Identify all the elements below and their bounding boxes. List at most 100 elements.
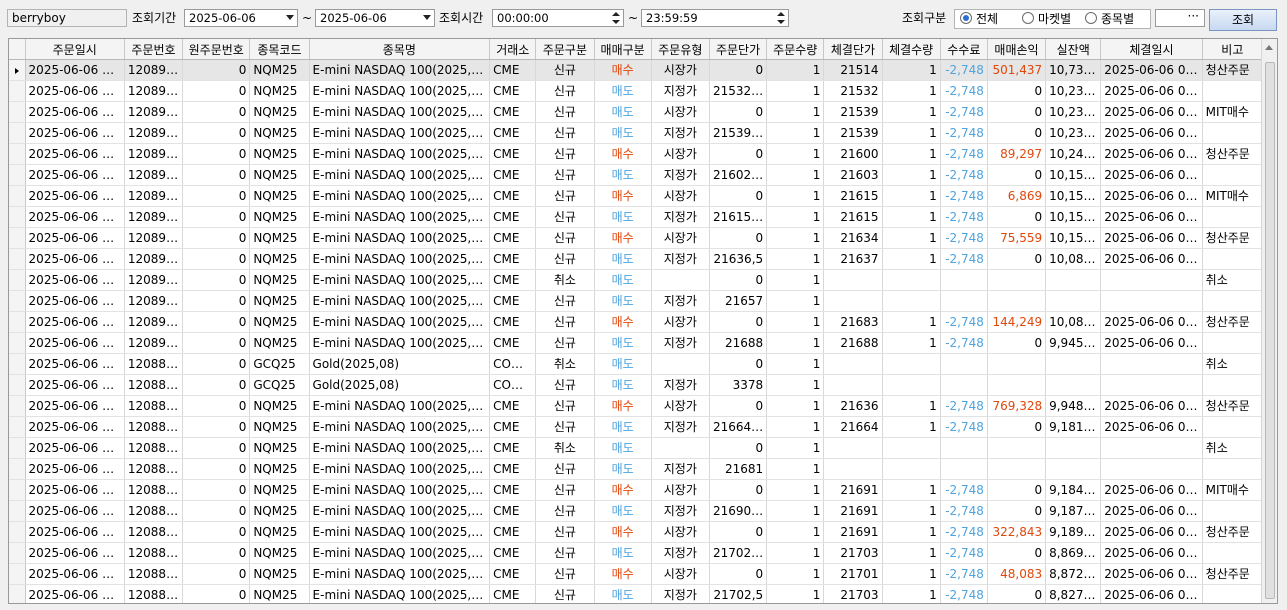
table-row[interactable]: 2025-06-06 03:… 1208840 0 NQM25 E-mini NASDA…	[9, 563, 1264, 585]
col-header-pnl[interactable]: 매매손익	[987, 39, 1047, 60]
table-row[interactable]: 2025-06-06 03:… 1208933 0 NQM25 E-mini NASDA…	[9, 311, 1264, 333]
col-header-order-price[interactable]: 주문단가	[709, 39, 768, 60]
spin-down-icon[interactable]	[612, 20, 620, 24]
row-header[interactable]	[9, 185, 26, 207]
spin-down-icon[interactable]	[777, 20, 785, 24]
row-header[interactable]	[9, 479, 26, 501]
table-row[interactable]: 2025-06-06 04:… 1208983 0 NQM25 E-mini NASDA…	[9, 59, 1264, 81]
row-header[interactable]	[9, 542, 26, 564]
col-header-fill-qty[interactable]: 체결수량	[882, 39, 941, 60]
cell-balance: 9,181,…	[1045, 416, 1102, 438]
table-row[interactable]: 2025-06-06 04:… 1208969 0 NQM25 E-mini NASDA…	[9, 143, 1264, 165]
cell-exchange: CME	[489, 479, 537, 501]
table-row[interactable]: 2025-06-06 04:… 1208963 0 NQM25 E-mini NASDA…	[9, 206, 1264, 228]
col-header-orig-order-no[interactable]: 원주문번호	[182, 39, 251, 60]
col-header-fill-price[interactable]: 체결단가	[823, 39, 883, 60]
table-row[interactable]: 2025-06-06 03:… 1208932 0 NQM25 E-mini NASDA…	[9, 332, 1264, 354]
table-row[interactable]: 2025-06-06 03:… 1208844 0 NQM25 E-mini NASDA…	[9, 542, 1264, 564]
table-row[interactable]: 2025-06-06 03:… 1208838 0 NQM25 E-mini NASDA…	[9, 584, 1264, 603]
col-header-order-time[interactable]: 주문일시	[25, 39, 125, 60]
table-row[interactable]: 2025-06-06 03:… 1208849 0 NQM25 E-mini NASDA…	[9, 479, 1264, 501]
time-from-spinner[interactable]: 00:00:00	[492, 9, 624, 27]
table-row[interactable]: 2025-06-06 04:… 1208964 0 NQM25 E-mini NASDA…	[9, 185, 1264, 207]
more-options-button[interactable]: ···	[1155, 9, 1205, 27]
row-header[interactable]	[9, 80, 26, 102]
radio-item[interactable]: 종목별	[1085, 11, 1134, 27]
row-header[interactable]	[9, 353, 26, 375]
row-header[interactable]	[9, 416, 26, 438]
radio-market[interactable]: 마켓별	[1022, 11, 1071, 27]
row-header[interactable]	[9, 290, 26, 312]
row-header[interactable]	[9, 584, 26, 603]
col-header-order-qty[interactable]: 주문수량	[766, 39, 825, 60]
row-header[interactable]	[9, 227, 26, 249]
col-header-item-code[interactable]: 종목코드	[249, 39, 310, 60]
col-header-balance[interactable]: 실잔액	[1045, 39, 1102, 60]
cell-balance: 10,155…	[1045, 164, 1102, 186]
table-row[interactable]: 2025-06-06 04:… 1208976 0 NQM25 E-mini NASDA…	[9, 101, 1264, 123]
spin-up-icon[interactable]	[777, 12, 785, 16]
row-header[interactable]	[9, 101, 26, 123]
table-row[interactable]: 2025-06-06 03:… 1208858 0 NQM25 E-mini NASDA…	[9, 395, 1264, 417]
chevron-down-icon[interactable]	[286, 15, 294, 20]
table-row[interactable]: 2025-06-06 03:… 1208848 0 NQM25 E-mini NASDA…	[9, 500, 1264, 522]
table-row[interactable]: 2025-06-06 04:… 1208956 0 NQM25 E-mini NASDA…	[9, 248, 1264, 270]
row-header[interactable]	[9, 500, 26, 522]
row-header[interactable]	[9, 521, 26, 543]
scrollbar-thumb[interactable]	[1265, 62, 1275, 599]
row-header[interactable]	[9, 122, 26, 144]
search-button[interactable]: 조회	[1209, 9, 1277, 31]
col-header-order-type[interactable]: 주문유형	[651, 39, 710, 60]
table-row[interactable]: 2025-06-06 03:… 1208845 0 NQM25 E-mini NASDA…	[9, 521, 1264, 543]
date-to-combo[interactable]: 2025-06-06	[315, 9, 435, 27]
table-row[interactable]: 2025-06-06 04:… 1208975 0 NQM25 E-mini NASDA…	[9, 122, 1264, 144]
row-header[interactable]	[9, 563, 26, 585]
cell-fee: -2,748	[940, 101, 988, 123]
table-row[interactable]: 2025-06-06 03:… 1208866 0 GCQ25 Gold(2025,08…	[9, 374, 1264, 396]
col-header-fill-time[interactable]: 체결일시	[1100, 39, 1203, 60]
date-from-combo[interactable]: 2025-06-06	[184, 9, 298, 27]
chevron-down-icon[interactable]	[423, 15, 431, 20]
row-header[interactable]	[9, 59, 26, 81]
row-header[interactable]	[9, 437, 26, 459]
col-header-fee[interactable]: 수수료	[940, 39, 988, 60]
row-header[interactable]	[9, 332, 26, 354]
radio-all[interactable]: 전체	[960, 11, 998, 27]
row-header[interactable]	[9, 248, 26, 270]
col-header-remark[interactable]: 비고	[1202, 39, 1264, 60]
cell-trade-side: 매도	[594, 374, 652, 396]
row-header[interactable]	[9, 395, 26, 417]
row-header[interactable]	[9, 374, 26, 396]
table-row[interactable]: 2025-06-06 03:… 1208853 0 NQM25 E-mini NASDA…	[9, 458, 1264, 480]
row-header[interactable]	[9, 311, 26, 333]
col-header-trade-side[interactable]: 매매구분	[594, 39, 652, 60]
col-header-item-name[interactable]: 종목명	[309, 39, 491, 60]
table-row[interactable]: 2025-06-06 03:… 1208853 0 NQM25 E-mini NASDA…	[9, 437, 1264, 459]
table-row[interactable]: 2025-06-06 04:… 1208958 0 NQM25 E-mini NASDA…	[9, 227, 1264, 249]
row-header[interactable]	[9, 269, 26, 291]
cell-orig-order-no: 0	[182, 80, 251, 102]
user-id-field[interactable]: berryboy	[7, 9, 127, 27]
col-header-order-kind[interactable]: 주문구분	[535, 39, 595, 60]
row-header[interactable]	[9, 458, 26, 480]
col-header-exchange[interactable]: 거래소	[489, 39, 537, 60]
table-row[interactable]: 2025-06-06 03:… 1208866 0 GCQ25 Gold(2025,08…	[9, 353, 1264, 375]
cell-fill-price: 21539	[823, 101, 883, 123]
table-row[interactable]: 2025-06-06 04:… 1208951 0 NQM25 E-mini NASDA…	[9, 290, 1264, 312]
table-row[interactable]: 2025-06-06 03:… 1208855 0 NQM25 E-mini NASDA…	[9, 416, 1264, 438]
cell-item-code: NQM25	[249, 395, 310, 417]
table-row[interactable]: 2025-06-06 04:… 1208981 0 NQM25 E-mini NASDA…	[9, 80, 1264, 102]
row-header[interactable]	[9, 206, 26, 228]
vertical-scrollbar[interactable]	[1261, 39, 1277, 603]
table-row[interactable]: 2025-06-06 04:… 1208968 0 NQM25 E-mini NASDA…	[9, 164, 1264, 186]
table-row[interactable]: 2025-06-06 04:… 1208951 0 NQM25 E-mini NASDA…	[9, 269, 1264, 291]
row-header[interactable]	[9, 143, 26, 165]
filter-label: 조회구분	[902, 11, 947, 25]
time-to-spinner[interactable]: 23:59:59	[641, 9, 789, 27]
row-header[interactable]	[9, 164, 26, 186]
cell-trade-side: 매도	[594, 248, 652, 270]
scroll-up-icon[interactable]	[1265, 45, 1273, 50]
cell-fill-price: 21691	[823, 521, 883, 543]
col-header-order-no[interactable]: 주문번호	[124, 39, 184, 60]
spin-up-icon[interactable]	[612, 12, 620, 16]
